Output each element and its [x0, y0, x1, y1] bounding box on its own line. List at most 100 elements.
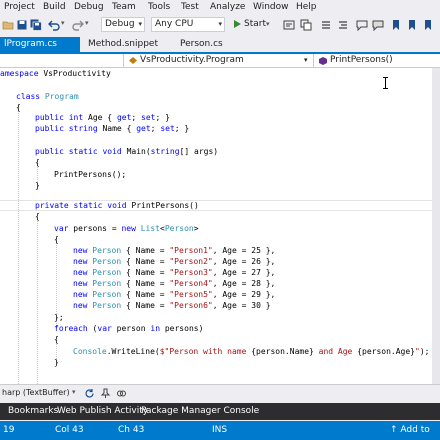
code-line: class Program — [16, 91, 79, 102]
keyword: new — [121, 224, 136, 233]
save-all-icon[interactable] — [30, 19, 42, 31]
keyword: public — [35, 147, 64, 156]
menu-debug[interactable]: Debug — [74, 2, 104, 12]
menu-window[interactable]: Window — [253, 2, 289, 12]
person-initializer-line: new Person { Name = "Person3", Age = 27 … — [73, 268, 276, 277]
menu-test[interactable]: Test — [181, 2, 199, 12]
keyword: public — [35, 113, 64, 122]
tab-label: Person.cs — [180, 39, 223, 49]
menu-bar: Project Build Debug Team Tools Test Anal… — [0, 0, 440, 15]
add-to-source-control[interactable]: ↑ Add to — [390, 425, 430, 435]
keyword: int — [68, 113, 84, 122]
keyword: in — [150, 324, 161, 333]
code-line: var persons = new List<Person> — [54, 223, 199, 234]
vertical-scrollbar[interactable] — [432, 68, 440, 384]
start-button[interactable]: Start ▾ — [232, 17, 272, 32]
identifier: .WriteLine( — [106, 347, 160, 356]
menu-help[interactable]: Help — [296, 2, 317, 12]
identifier: [] args) — [179, 147, 219, 156]
chevron-down-icon: ▾ — [304, 56, 308, 64]
person-name-string: "Person1" — [169, 246, 213, 255]
redo-icon[interactable] — [72, 19, 84, 31]
menu-project[interactable]: Project — [4, 2, 35, 12]
keyword: static — [73, 201, 103, 210]
editor-bottom-strip: harp (TextBuffer) ▾ — [0, 384, 440, 401]
chevron-down-icon: ▾ — [138, 20, 142, 28]
code-line: Console.WriteLine($"Person with name {pe… — [73, 346, 429, 357]
type-dropdown[interactable]: VsProductivity.Program ▾ — [124, 54, 314, 67]
keyword: set — [141, 113, 156, 122]
project-dropdown[interactable] — [0, 54, 124, 67]
member-dropdown[interactable]: PrintPersons() — [314, 54, 440, 67]
save-icon[interactable] — [16, 19, 28, 31]
undo-icon[interactable] — [48, 19, 60, 31]
tool-icon-2[interactable] — [300, 19, 312, 31]
brace: { — [54, 235, 59, 244]
bookmark-prev-icon[interactable] — [406, 19, 418, 31]
tab-web-publish-activity[interactable]: Web Publish Activity — [57, 406, 148, 416]
keyword: void — [107, 201, 127, 210]
tool-icon-1[interactable] — [283, 19, 295, 31]
string: $"Person with name — [159, 347, 252, 356]
namespace-name: VsProductivity — [43, 69, 111, 78]
status-insert-mode: INS — [212, 425, 228, 435]
pin-icon[interactable] — [100, 388, 111, 399]
punct: ); — [419, 347, 430, 356]
chevron-down-icon[interactable]: ▾ — [72, 388, 76, 396]
refresh-icon[interactable] — [84, 388, 95, 399]
punct: ; — [150, 124, 161, 133]
keyword: new — [73, 268, 88, 277]
brace: { — [35, 212, 40, 221]
method-icon — [319, 57, 327, 65]
tab-bookmarks[interactable]: Bookmarks — [8, 406, 58, 416]
platform-dropdown[interactable]: Any CPU ▾ — [151, 17, 225, 32]
document-tab-well: lProgram.cs Method.snippet Person.cs — [0, 37, 440, 54]
person-age-value: 28 — [251, 279, 261, 288]
punct: ; — [131, 113, 142, 122]
open-folder-icon[interactable] — [2, 19, 14, 31]
brace: { — [126, 124, 132, 133]
link-icon[interactable] — [116, 388, 127, 399]
tool-icon-3[interactable] — [320, 19, 332, 31]
string: and Age — [313, 347, 358, 356]
play-icon — [234, 20, 241, 28]
menu-analyze[interactable]: Analyze — [210, 2, 245, 12]
method-call: PrintPersons(); — [54, 170, 127, 179]
keyword: get — [136, 124, 151, 133]
tab-package-manager-console[interactable]: Package Manager Console — [141, 406, 259, 416]
punct: ; } — [155, 113, 170, 122]
redo-dropdown-icon[interactable]: ▾ — [85, 19, 89, 27]
tab-person-cs[interactable]: Person.cs — [176, 37, 236, 52]
code-line: }; — [54, 312, 64, 323]
tool-window-tabs: Bookmarks Web Publish Activity Package M… — [0, 403, 440, 420]
person-initializer-line: new Person { Name = "Person5", Age = 29 … — [73, 290, 276, 299]
solution-config-dropdown[interactable]: Debug ▾ — [101, 17, 145, 32]
type-name: Person — [92, 279, 122, 288]
tool-icon-4[interactable] — [337, 19, 349, 31]
code-editor[interactable]: amespace VsProductivity class Program { … — [0, 68, 432, 384]
tab-program-cs[interactable]: lProgram.cs — [0, 37, 80, 52]
identifier: persons = — [73, 224, 122, 233]
text-cursor-icon — [383, 77, 388, 89]
undo-dropdown-icon[interactable]: ▾ — [61, 19, 65, 27]
person-initializer-line: new Person { Name = "Person2", Age = 26 … — [73, 257, 276, 266]
start-label: Start — [244, 19, 266, 29]
menu-build[interactable]: Build — [43, 2, 66, 12]
tab-method-snippet[interactable]: Method.snippet — [84, 37, 164, 52]
brace: { — [54, 335, 59, 344]
add-to-label: Add to — [400, 425, 430, 435]
uncomment-icon[interactable] — [372, 19, 384, 31]
navigation-bar: VsProductivity.Program ▾ PrintPersons() — [0, 54, 440, 68]
bookmark-icon[interactable] — [390, 19, 402, 31]
keyword: get — [116, 113, 132, 122]
code-line: amespace VsProductivity — [0, 68, 111, 79]
bookmark-next-icon[interactable] — [422, 19, 434, 31]
code-line: foreach (var person in persons) — [54, 323, 203, 334]
code-line: { — [35, 211, 40, 222]
menu-team[interactable]: Team — [112, 2, 136, 12]
code-line: { — [35, 157, 40, 168]
person-age-value: 25 — [251, 246, 261, 255]
menu-tools[interactable]: Tools — [148, 2, 170, 12]
comment-icon[interactable] — [356, 19, 368, 31]
identifier: person — [116, 324, 146, 333]
